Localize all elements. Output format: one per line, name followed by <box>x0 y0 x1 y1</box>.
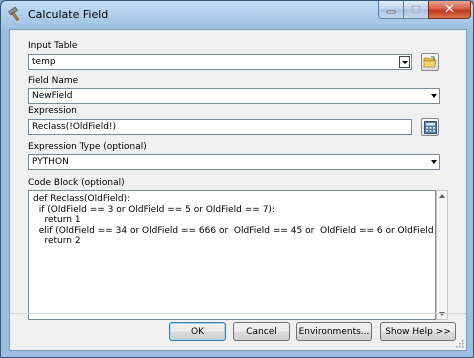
close-button[interactable]: ✕ <box>428 1 471 19</box>
close-icon: ✕ <box>444 2 455 17</box>
expression-type-label: Expression Type (optional) <box>28 142 147 152</box>
expression-type-combo[interactable]: PYTHON <box>28 154 440 170</box>
input-table-dropdown-button[interactable] <box>399 56 410 68</box>
chevron-down-icon <box>401 60 408 64</box>
code-block-textarea[interactable]: def Reclass(OldField): if (OldField == 3… <box>28 190 436 320</box>
dialog-body: Input Table temp Field Name NewField Exp… <box>9 29 467 351</box>
hammer-icon <box>8 7 20 21</box>
maximize-button[interactable] <box>403 1 429 19</box>
code-block-label: Code Block (optional) <box>28 178 125 188</box>
code-block-scrollbar[interactable] <box>436 190 448 320</box>
maximize-icon <box>411 5 421 14</box>
divider <box>10 313 466 314</box>
chevron-down-icon[interactable] <box>431 94 437 98</box>
window-title: Calculate Field <box>28 8 109 21</box>
parameters-panel: Input Table temp Field Name NewField Exp… <box>26 38 450 320</box>
field-name-value: NewField <box>32 91 73 101</box>
input-table-value: temp <box>32 57 56 67</box>
folder-open-icon <box>423 56 437 68</box>
scroll-up-icon[interactable] <box>439 194 445 198</box>
browse-button[interactable] <box>421 53 439 71</box>
show-help-button[interactable]: Show Help >> <box>380 322 456 341</box>
minimize-icon <box>386 10 396 13</box>
field-name-combo[interactable]: NewField <box>28 88 440 104</box>
chevron-down-icon[interactable] <box>431 160 437 164</box>
minimize-button[interactable] <box>378 1 404 19</box>
expression-builder-button[interactable] <box>421 118 439 136</box>
field-name-label: Field Name <box>28 76 79 86</box>
calculator-icon <box>423 120 437 134</box>
cancel-button[interactable]: Cancel <box>233 322 290 341</box>
expression-value: Reclass(!OldField!) <box>32 122 117 132</box>
environments-button[interactable]: Environments... <box>296 322 372 341</box>
input-table-label: Input Table <box>28 41 78 51</box>
resize-grip-icon[interactable] <box>454 338 464 348</box>
expression-input[interactable]: Reclass(!OldField!) <box>28 119 412 135</box>
title-bar[interactable]: Calculate Field ✕ <box>1 1 473 27</box>
expression-type-value: PYTHON <box>32 157 69 167</box>
input-table-combo[interactable]: temp <box>28 54 412 70</box>
ok-button[interactable]: OK <box>169 322 226 341</box>
dialog-window: Calculate Field ✕ Input Table temp Field… <box>0 0 474 358</box>
expression-label: Expression <box>28 106 77 116</box>
